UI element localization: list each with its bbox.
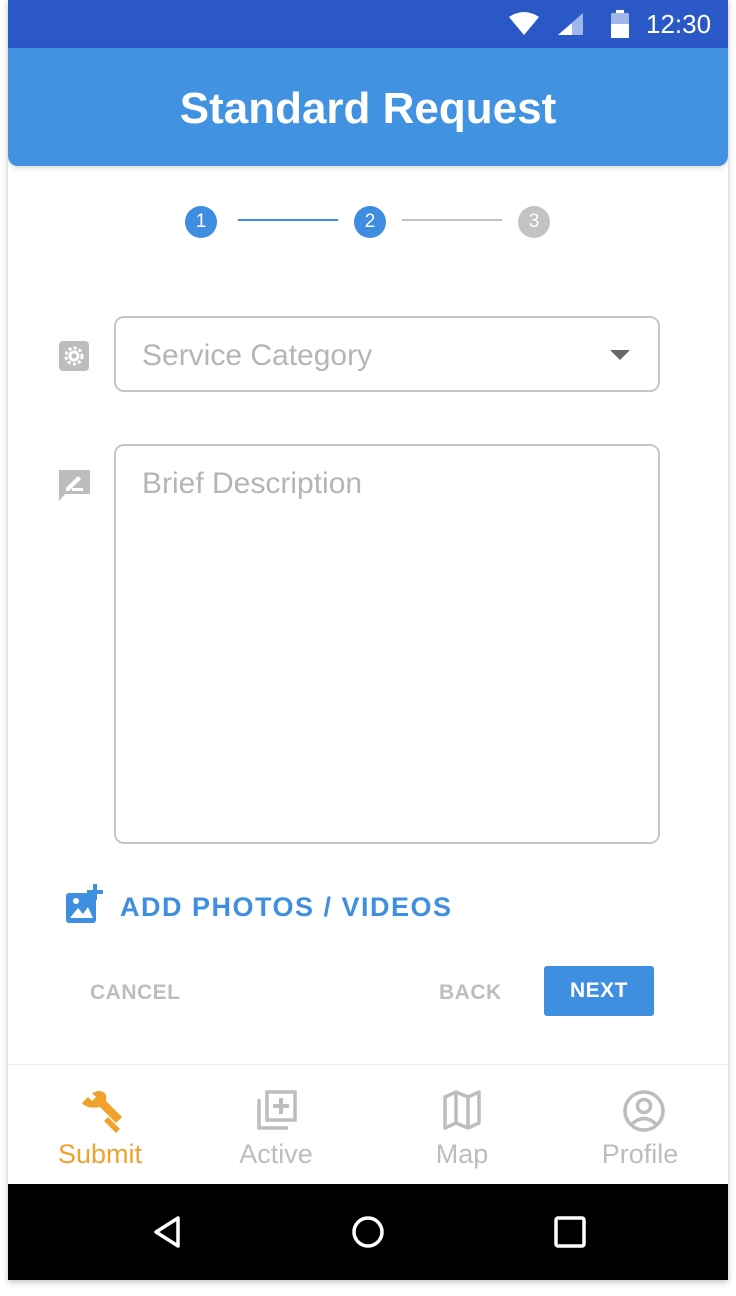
add-photos-videos-button[interactable]: ADD PHOTOS / VIDEOS [64, 884, 464, 928]
back-triangle-icon[interactable] [148, 1212, 188, 1252]
gear-icon [59, 341, 89, 371]
nav-label-profile: Profile [601, 1139, 679, 1169]
bottom-navigation: Submit Active Map Profile [8, 1064, 728, 1184]
nav-item-profile[interactable]: Profile [552, 1065, 728, 1185]
page-title: Standard Request [179, 84, 557, 133]
rate-review-icon [59, 470, 90, 501]
phone-screen: 12:30 Standard Request 1 2 3 Service Cat… [8, 0, 728, 1280]
nav-item-active[interactable]: Active [190, 1065, 362, 1185]
nav-label-submit: Submit [57, 1139, 143, 1169]
description-placeholder: Brief Description [142, 467, 363, 500]
step-3[interactable]: 3 [518, 206, 550, 238]
home-circle-icon[interactable] [348, 1212, 388, 1252]
add-photos-videos-label: ADD PHOTOS / VIDEOS [120, 892, 453, 922]
next-button[interactable]: NEXT [544, 966, 654, 1016]
cellular-signal-icon [558, 13, 583, 35]
app-bar: Standard Request [8, 48, 728, 166]
nav-item-submit[interactable]: Submit [10, 1065, 190, 1185]
service-category-placeholder: Service Category [142, 339, 373, 372]
add-photo-icon [66, 884, 103, 923]
step-connector-2 [402, 219, 502, 221]
cancel-button[interactable]: CANCEL [90, 980, 181, 1006]
step-2[interactable]: 2 [354, 206, 386, 238]
nav-label-active: Active [239, 1139, 313, 1169]
step-connector-1 [238, 219, 338, 221]
status-bar: 12:30 [8, 0, 728, 48]
dropdown-arrow-icon[interactable] [610, 350, 630, 360]
system-navigation-bar [8, 1184, 728, 1280]
library-add-icon [257, 1090, 297, 1130]
service-category-select[interactable]: Service Category [114, 316, 660, 392]
nav-item-map[interactable]: Map [372, 1065, 552, 1185]
wifi-icon [509, 12, 539, 35]
nav-label-map: Map [435, 1139, 489, 1169]
wrench-icon [82, 1091, 122, 1133]
map-icon [443, 1090, 481, 1130]
status-time: 12:30 [646, 9, 712, 39]
step-1[interactable]: 1 [185, 206, 217, 238]
back-button[interactable]: BACK [439, 980, 502, 1006]
battery-icon [611, 10, 629, 38]
description-textarea[interactable]: Brief Description [114, 444, 660, 844]
recents-square-icon[interactable] [550, 1212, 590, 1252]
account-circle-icon [623, 1090, 665, 1132]
